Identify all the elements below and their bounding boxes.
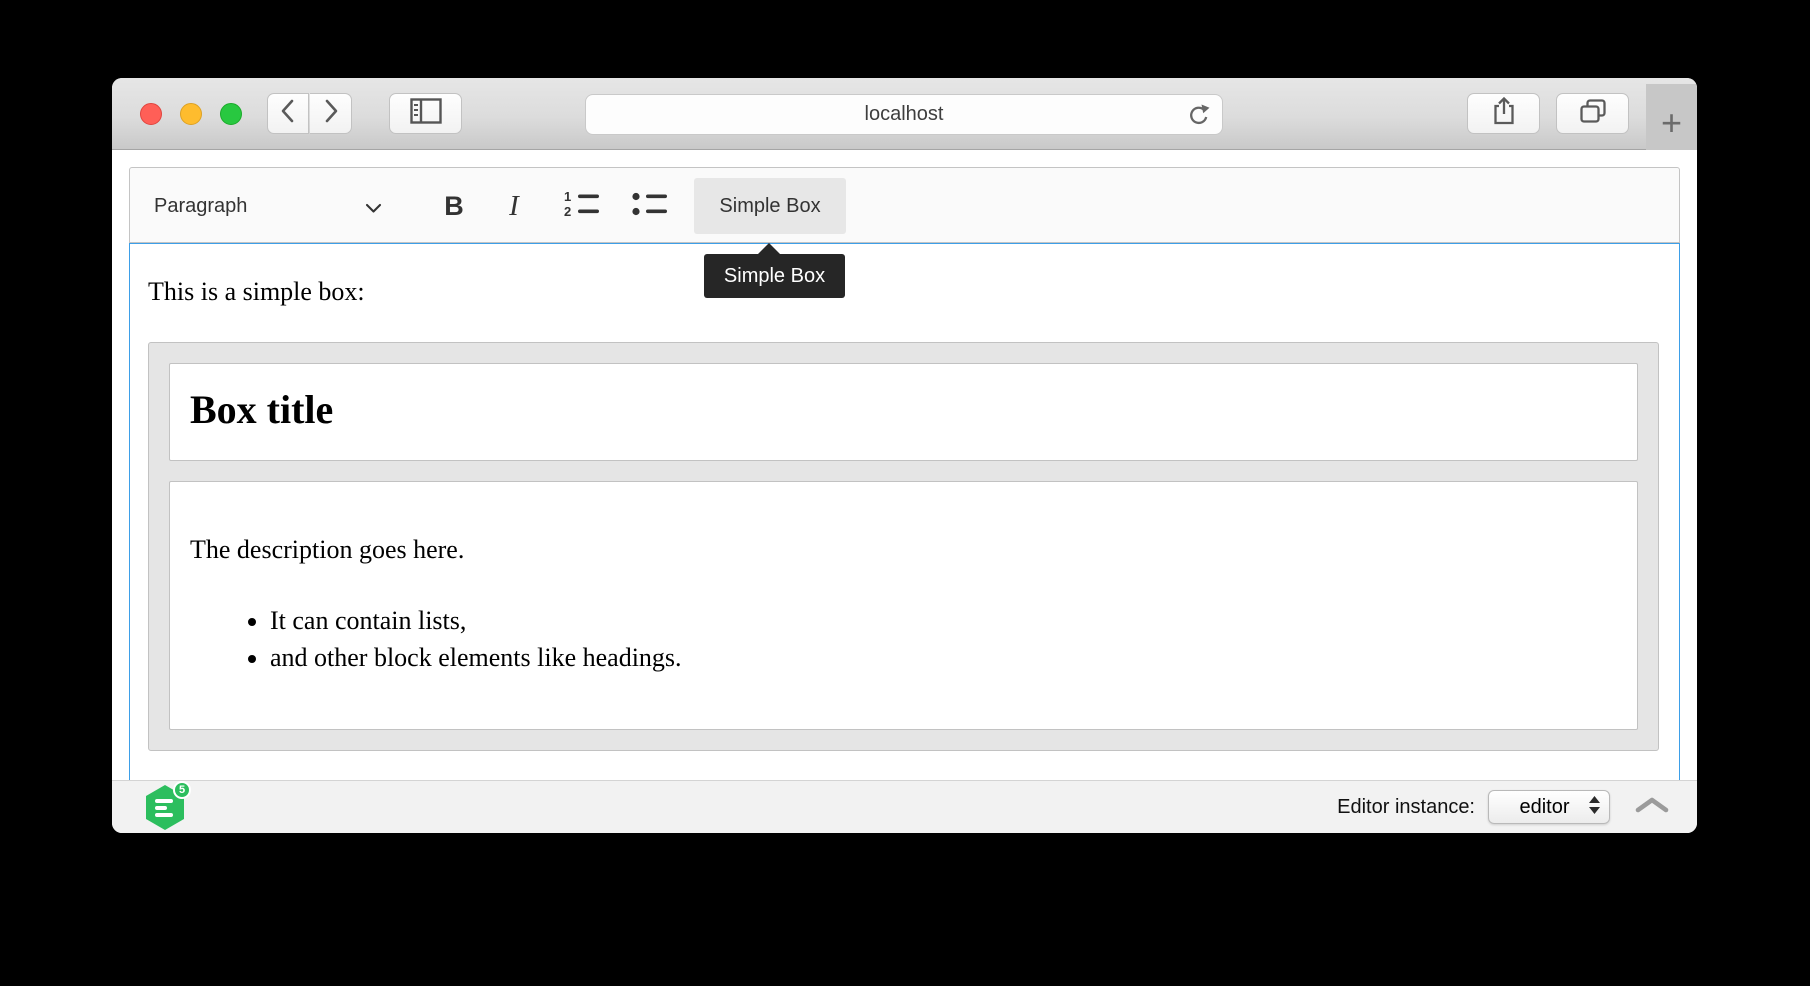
editor-instance-label: Editor instance: bbox=[1337, 796, 1475, 819]
list-item: and other block elements like headings. bbox=[270, 639, 1617, 676]
editor-instance-value: editor bbox=[1501, 796, 1588, 819]
simple-box-title: Box title bbox=[190, 386, 1617, 434]
forward-icon bbox=[322, 98, 340, 129]
description-paragraph: The description goes here. bbox=[190, 532, 1617, 568]
svg-text:2: 2 bbox=[564, 204, 571, 219]
back-button[interactable] bbox=[267, 93, 309, 134]
simple-box-tooltip: Simple Box bbox=[704, 254, 845, 298]
numbered-list-button[interactable]: 1 2 bbox=[552, 178, 612, 234]
bold-icon: B bbox=[444, 191, 464, 222]
share-icon bbox=[1492, 96, 1516, 131]
simple-box-widget[interactable]: Box title The description goes here. It … bbox=[148, 342, 1659, 751]
share-button[interactable] bbox=[1467, 93, 1540, 134]
ckeditor-logo-icon: 5 bbox=[143, 784, 187, 831]
page-viewport: Paragraph B I 1 2 bbox=[112, 151, 1697, 780]
close-window-button[interactable] bbox=[140, 103, 162, 125]
heading-dropdown[interactable]: Paragraph bbox=[142, 178, 394, 234]
logo-version-badge: 5 bbox=[173, 781, 191, 799]
sidebar-icon bbox=[410, 98, 442, 129]
tabs-overview-button[interactable] bbox=[1556, 93, 1629, 134]
chevron-down-icon bbox=[365, 201, 382, 219]
simple-box-title-area[interactable]: Box title bbox=[169, 363, 1638, 461]
reload-button[interactable] bbox=[1186, 103, 1212, 134]
chevron-up-icon bbox=[1634, 796, 1670, 819]
zoom-window-button[interactable] bbox=[220, 103, 242, 125]
back-icon bbox=[279, 98, 297, 129]
address-text: localhost bbox=[865, 103, 944, 126]
tabs-icon bbox=[1579, 98, 1607, 129]
italic-icon: I bbox=[509, 190, 519, 223]
minimize-window-button[interactable] bbox=[180, 103, 202, 125]
sidebar-toggle-button[interactable] bbox=[389, 93, 462, 134]
inspector-toggle-button[interactable] bbox=[1634, 796, 1670, 819]
bulleted-list-icon bbox=[631, 189, 669, 224]
select-arrows-icon bbox=[1588, 795, 1601, 820]
numbered-list-icon: 1 2 bbox=[563, 189, 601, 224]
simple-box-button[interactable]: Simple Box bbox=[694, 178, 846, 234]
safari-window: localhost bbox=[112, 78, 1697, 833]
simple-box-description-area[interactable]: The description goes here. It can contai… bbox=[169, 481, 1638, 730]
italic-button[interactable]: I bbox=[486, 178, 542, 234]
svg-text:1: 1 bbox=[564, 189, 571, 204]
description-list: It can contain lists, and other block el… bbox=[190, 602, 1617, 676]
editor-editable-area[interactable]: This is a simple box: Box title The desc… bbox=[129, 243, 1680, 780]
simple-box-button-label: Simple Box bbox=[719, 195, 820, 218]
bulleted-list-button[interactable] bbox=[620, 178, 680, 234]
browser-titlebar: localhost bbox=[112, 78, 1697, 150]
inspector-bar: 5 Editor instance: editor bbox=[112, 780, 1697, 833]
plus-icon: + bbox=[1661, 102, 1682, 144]
bold-button[interactable]: B bbox=[426, 178, 482, 234]
editor-instance-select[interactable]: editor bbox=[1488, 790, 1610, 824]
tooltip-text: Simple Box bbox=[724, 265, 825, 288]
new-tab-button[interactable]: + bbox=[1646, 84, 1697, 150]
address-bar[interactable]: localhost bbox=[585, 94, 1223, 135]
heading-dropdown-value: Paragraph bbox=[154, 195, 247, 218]
list-item: It can contain lists, bbox=[270, 602, 1617, 639]
intro-paragraph: This is a simple box: bbox=[148, 274, 1661, 310]
forward-button[interactable] bbox=[310, 93, 352, 134]
editor-toolbar: Paragraph B I 1 2 bbox=[129, 167, 1680, 243]
